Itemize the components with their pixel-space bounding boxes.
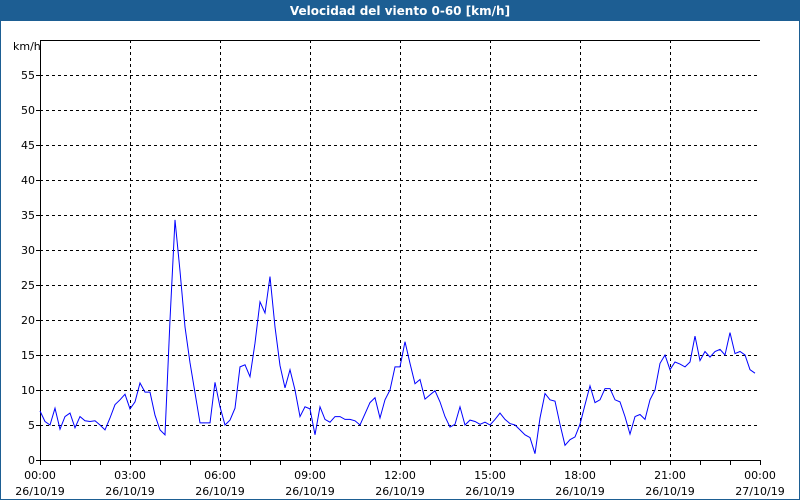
series-line-wind-speed (39, 219, 756, 454)
y-tick-label: 10 (21, 384, 35, 397)
x-tick-time: 00:00 (744, 469, 776, 482)
x-tick-time: 06:00 (204, 469, 236, 482)
y-tick-label: 5 (28, 419, 35, 432)
y-tick-label: 30 (21, 244, 35, 257)
y-tick-label: 55 (21, 69, 35, 82)
x-tick-date: 26/10/19 (465, 485, 514, 498)
x-tick-date: 27/10/19 (735, 485, 784, 498)
axis-labels: 0 5 10 15 20 25 30 35 40 45 50 55 00:00 26/10/19 03:00… (15, 69, 784, 498)
wind-speed-chart: 0 5 10 15 20 25 30 35 40 45 50 55 00:00 26/10/19 03:00… (13, 40, 785, 498)
y-tick-label: 50 (21, 104, 35, 117)
x-tick-date: 26/10/19 (195, 485, 244, 498)
y-tick-label: 45 (21, 139, 35, 152)
x-tick-time: 12:00 (384, 469, 416, 482)
x-tick-time: 09:00 (294, 469, 326, 482)
y-tick-label: 0 (28, 454, 35, 467)
y-axis-label: km/h (13, 40, 41, 53)
x-tick-date: 26/10/19 (15, 485, 64, 498)
y-tick-label: 20 (21, 314, 35, 327)
x-tick-time: 18:00 (564, 469, 596, 482)
x-tick-time: 03:00 (114, 469, 146, 482)
x-tick-time: 00:00 (24, 469, 56, 482)
x-tick-date: 26/10/19 (105, 485, 154, 498)
chart-window: Velocidad del viento 0-60 [km/h] 0 5 10 15 2… (0, 0, 800, 500)
x-tick-date: 26/10/19 (555, 485, 604, 498)
y-tick-label: 25 (21, 279, 35, 292)
grid (40, 40, 760, 460)
axes (36, 40, 761, 465)
x-tick-date: 26/10/19 (645, 485, 694, 498)
y-tick-label: 35 (21, 209, 35, 222)
x-tick-time: 15:00 (474, 469, 506, 482)
x-tick-date: 26/10/19 (285, 485, 334, 498)
x-tick-date: 26/10/19 (375, 485, 424, 498)
y-tick-label: 40 (21, 174, 35, 187)
x-tick-time: 21:00 (654, 469, 686, 482)
y-tick-label: 15 (21, 349, 35, 362)
